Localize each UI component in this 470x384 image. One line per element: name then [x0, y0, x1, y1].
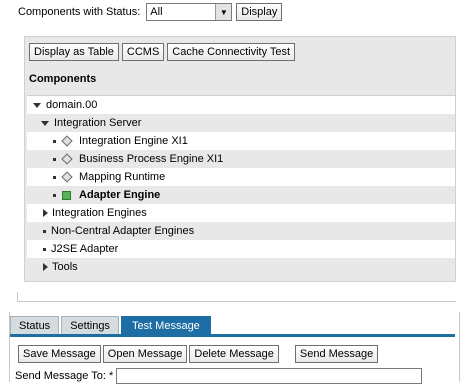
- tree-node-label: Integration Engines: [52, 207, 147, 219]
- open-message-button[interactable]: Open Message: [102, 345, 188, 363]
- tree-node-tools[interactable]: Tools: [27, 258, 455, 276]
- components-panel: Display as Table CCMS Cache Connectivity…: [24, 36, 456, 282]
- display-button[interactable]: Display: [236, 3, 283, 21]
- status-filter-label: Components with Status:: [18, 6, 141, 18]
- display-as-table-button[interactable]: Display as Table: [29, 43, 119, 61]
- bullet-icon: [53, 175, 56, 179]
- status-ok-green-icon: [62, 190, 71, 200]
- chevron-down-icon[interactable]: ▼: [215, 4, 232, 20]
- delete-message-button[interactable]: Delete Message: [189, 345, 279, 363]
- send-message-to-label: Send Message To: *: [15, 370, 114, 382]
- collapsed-triangle-icon[interactable]: [43, 209, 48, 217]
- tabstrip: Status Settings Test Message: [10, 316, 213, 334]
- filter-bar: Components with Status: All ▼ Display: [18, 3, 283, 21]
- components-heading: Components: [29, 73, 97, 85]
- bullet-icon: [53, 139, 56, 143]
- tab-settings[interactable]: Settings: [61, 316, 119, 334]
- tab-status[interactable]: Status: [10, 316, 60, 334]
- ccms-button[interactable]: CCMS: [121, 43, 165, 61]
- tree-node-mapping-runtime[interactable]: Mapping Runtime: [27, 168, 455, 186]
- cache-connectivity-test-button[interactable]: Cache Connectivity Test: [167, 43, 296, 61]
- tree-node-label: J2SE Adapter: [51, 243, 119, 255]
- bullet-icon: [43, 247, 46, 251]
- message-toolbar: Save Message Open Message Delete Message…: [18, 345, 379, 363]
- tree-node-label: Non-Central Adapter Engines: [51, 225, 195, 237]
- tree-node-integration-engines[interactable]: Integration Engines: [27, 204, 455, 222]
- tree-node-domain[interactable]: domain.00: [27, 96, 455, 114]
- tree-node-business-process-engine[interactable]: Business Process Engine XI1: [27, 150, 455, 168]
- expanded-triangle-icon[interactable]: [33, 102, 41, 108]
- tab-test-message[interactable]: Test Message: [120, 316, 211, 334]
- tree-node-integration-server[interactable]: Integration Server: [27, 114, 455, 132]
- bullet-icon: [43, 229, 46, 233]
- tree-node-label: Tools: [52, 261, 78, 273]
- status-unknown-diamond-icon: [61, 153, 73, 165]
- tree-node-adapter-engine[interactable]: Adapter Engine: [27, 186, 455, 204]
- status-dropdown[interactable]: All ▼: [146, 3, 233, 21]
- redacted-domain-suffix: [100, 100, 175, 110]
- status-dropdown-value: All: [150, 6, 163, 18]
- tree-node-non-central-adapter-engines[interactable]: Non-Central Adapter Engines: [27, 222, 455, 240]
- save-message-button[interactable]: Save Message: [18, 345, 101, 363]
- component-tree: domain.00 Integration Server Integration…: [27, 95, 455, 278]
- status-unknown-diamond-icon: [61, 135, 73, 147]
- status-unknown-diamond-icon: [61, 171, 73, 183]
- tree-node-label: Integration Engine XI1: [79, 135, 188, 147]
- tree-node-j2se-adapter[interactable]: J2SE Adapter: [27, 240, 455, 258]
- bullet-icon: [53, 193, 56, 197]
- send-message-button[interactable]: Send Message: [294, 345, 379, 363]
- bullet-icon: [53, 157, 56, 161]
- panel-frame-border: [17, 292, 456, 302]
- tree-node-integration-engine[interactable]: Integration Engine XI1: [27, 132, 455, 150]
- expanded-triangle-icon[interactable]: [41, 120, 49, 126]
- tree-node-label: Adapter Engine: [79, 189, 161, 201]
- tab-underline: [10, 334, 455, 337]
- tree-node-label: Business Process Engine XI1: [79, 153, 224, 165]
- tree-node-label: Integration Server: [54, 117, 142, 129]
- components-toolbar: Display as Table CCMS Cache Connectivity…: [29, 43, 296, 61]
- tree-node-label: domain.00: [46, 99, 98, 111]
- collapsed-triangle-icon[interactable]: [43, 263, 48, 271]
- tree-node-label: Mapping Runtime: [79, 171, 166, 183]
